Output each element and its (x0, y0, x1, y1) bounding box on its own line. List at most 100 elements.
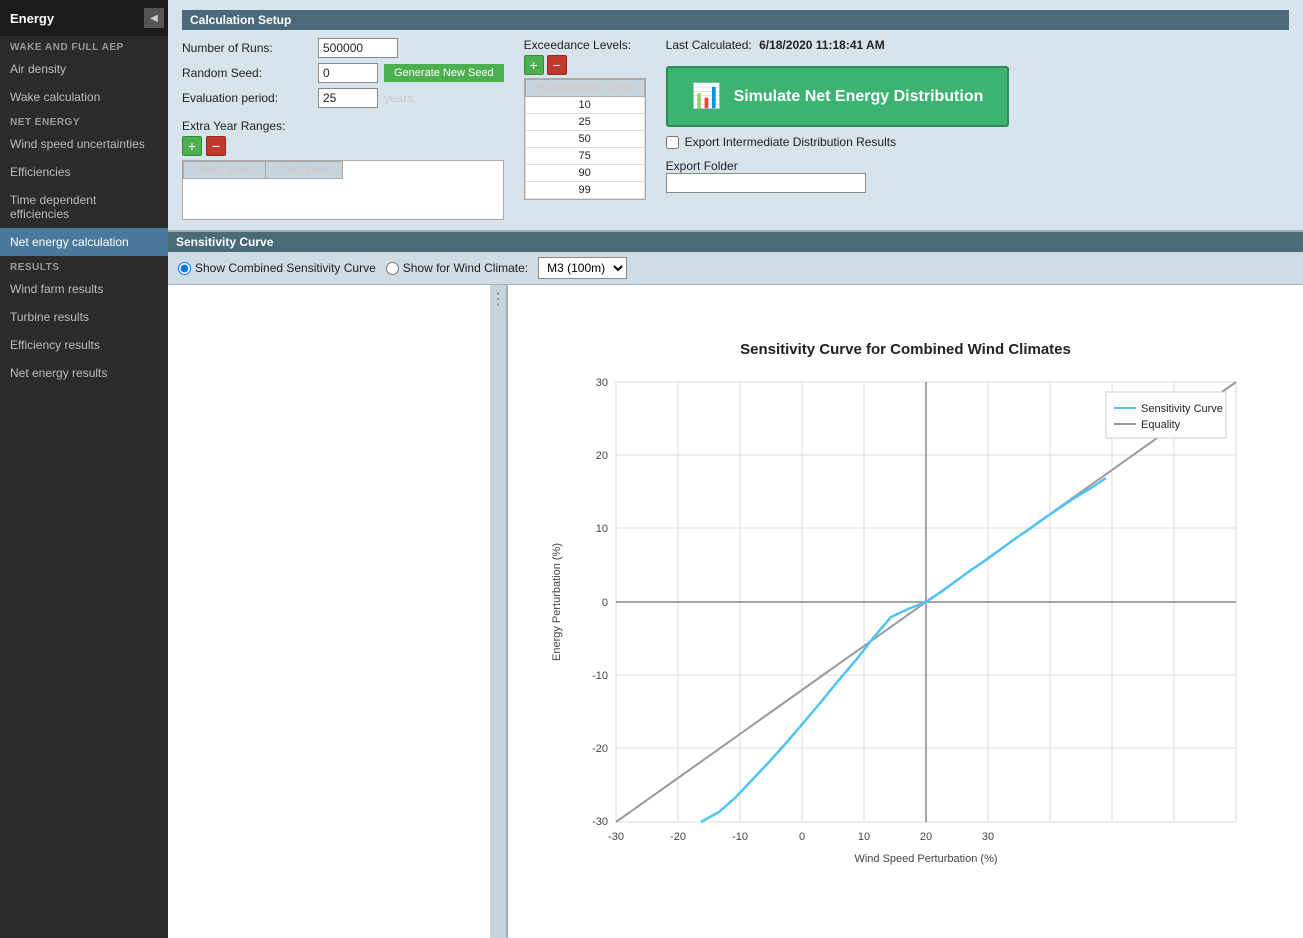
exceedance-cell: 25 (525, 114, 644, 131)
eval-period-label: Evaluation period: (182, 91, 312, 105)
svg-text:-10: -10 (592, 670, 608, 682)
svg-text:-20: -20 (670, 831, 686, 843)
section-label-net-energy: NET ENERGY (0, 111, 168, 130)
svg-text:Wind Speed Perturbation (%): Wind Speed Perturbation (%) (854, 853, 997, 865)
exceedance-table: Exceedance Level 102550759099 (524, 78, 646, 200)
calc-setup-title: Calculation Setup (182, 10, 1289, 30)
last-calculated-row: Last Calculated: 6/18/2020 11:18:41 AM (666, 38, 1010, 52)
svg-text:0: 0 (601, 597, 607, 609)
exceedance-label: Exceedance Levels: (524, 38, 646, 52)
remove-year-range-button[interactable]: − (206, 136, 226, 156)
sidebar: Energy ◀ WAKE AND FULL AEP Air density W… (0, 0, 168, 938)
extra-year-table: Start Year End Year (182, 160, 504, 220)
show-wind-radio-label[interactable]: Show for Wind Climate: (386, 261, 528, 275)
sidebar-item-wind-speed-uncertainties[interactable]: Wind speed uncertainties (0, 130, 168, 158)
table-scrollbar[interactable]: ⋮ (490, 285, 506, 938)
extra-year-label: Extra Year Ranges: (182, 119, 504, 133)
section-label-results: RESULTS (0, 256, 168, 275)
add-year-range-button[interactable]: + (182, 136, 202, 156)
svg-text:0: 0 (798, 831, 804, 843)
end-year-col-header: End Year (266, 162, 343, 179)
svg-text:30: 30 (595, 377, 607, 389)
eval-period-unit: years (384, 91, 413, 105)
calculation-setup-panel: Calculation Setup Number of Runs: Random… (168, 0, 1303, 232)
show-combined-label: Show Combined Sensitivity Curve (195, 261, 376, 275)
sensitivity-section: Sensitivity Curve Show Combined Sensitiv… (168, 232, 1303, 938)
seed-input[interactable] (318, 63, 378, 83)
exceedance-cell: 75 (525, 148, 644, 165)
extra-year-section: Extra Year Ranges: + − Start Year End Ye… (182, 119, 504, 220)
export-folder-label: Export Folder (666, 159, 1010, 173)
svg-text:20: 20 (919, 831, 931, 843)
sidebar-title: Energy (10, 11, 54, 26)
show-combined-radio-label[interactable]: Show Combined Sensitivity Curve (178, 261, 376, 275)
sidebar-section-results: RESULTS Wind farm results Turbine result… (0, 256, 168, 387)
export-intermediate-row: Export Intermediate Distribution Results (666, 135, 1010, 149)
sidebar-item-wind-farm-results[interactable]: Wind farm results (0, 275, 168, 303)
svg-text:-20: -20 (592, 743, 608, 755)
export-folder-input[interactable] (666, 173, 866, 193)
right-panel: Last Calculated: 6/18/2020 11:18:41 AM 📊… (666, 38, 1010, 220)
sidebar-item-wake-calculation[interactable]: Wake calculation (0, 83, 168, 111)
runs-row: Number of Runs: (182, 38, 504, 58)
svg-text:20: 20 (595, 450, 607, 462)
exceedance-col-header: Exceedance Level (525, 80, 644, 97)
eval-period-row: Evaluation period: years (182, 88, 504, 108)
exceedance-btns: + − (524, 55, 646, 75)
add-exceedance-button[interactable]: + (524, 55, 544, 75)
last-calc-label: Last Calculated: (666, 38, 752, 52)
chart-area: Sensitivity Curve for Combined Wind Clim… (508, 285, 1303, 938)
sidebar-item-turbine-results[interactable]: Turbine results (0, 303, 168, 331)
export-intermediate-label: Export Intermediate Distribution Results (685, 135, 896, 149)
sensitivity-title: Sensitivity Curve (168, 232, 1303, 252)
sensitivity-chart: 30 20 10 0 -10 -20 -30 -30 -20 -10 0 10 … (546, 362, 1266, 882)
start-year-col-header: Start Year (184, 162, 266, 179)
exceedance-cell: 90 (525, 165, 644, 182)
sidebar-collapse-button[interactable]: ◀ (144, 8, 164, 28)
generate-seed-button[interactable]: Generate New Seed (384, 64, 504, 82)
data-table-container: ⋮ Wind Speed Perturbation (%) Energy Per… (168, 285, 508, 938)
sidebar-item-efficiencies[interactable]: Efficiencies (0, 158, 168, 186)
simulate-label: Simulate Net Energy Distribution (734, 88, 984, 106)
sensitivity-controls: Show Combined Sensitivity Curve Show for… (168, 252, 1303, 285)
show-wind-label: Show for Wind Climate: (403, 261, 528, 275)
export-intermediate-checkbox[interactable] (666, 136, 679, 149)
sidebar-item-net-energy-calculation[interactable]: Net energy calculation (0, 228, 168, 256)
setup-top: Number of Runs: Random Seed: Generate Ne… (182, 38, 1289, 220)
svg-text:-10: -10 (732, 831, 748, 843)
sidebar-item-net-energy-results[interactable]: Net energy results (0, 359, 168, 387)
sidebar-section-wake: WAKE AND FULL AEP Air density Wake calcu… (0, 36, 168, 111)
last-calc-value: 6/18/2020 11:18:41 AM (759, 38, 885, 52)
svg-text:30: 30 (981, 831, 993, 843)
svg-text:-30: -30 (592, 816, 608, 828)
simulate-icon: 📊 (692, 82, 722, 111)
sensitivity-body: ⋮ Wind Speed Perturbation (%) Energy Per… (168, 285, 1303, 938)
export-folder-row: Export Folder (666, 159, 1010, 193)
seed-label: Random Seed: (182, 66, 312, 80)
eval-period-input[interactable] (318, 88, 378, 108)
show-combined-radio[interactable] (178, 262, 191, 275)
svg-text:10: 10 (857, 831, 869, 843)
exceedance-panel: Exceedance Levels: + − Exceedance Level … (524, 38, 646, 220)
wind-climate-select[interactable]: M3 (100m)M1 (80m)M2 (100m) (538, 257, 627, 279)
seed-row: Random Seed: Generate New Seed (182, 63, 504, 83)
runs-label: Number of Runs: (182, 41, 312, 55)
svg-text:-30: -30 (608, 831, 624, 843)
exceedance-cell: 50 (525, 131, 644, 148)
sidebar-item-time-dependent-efficiencies[interactable]: Time dependent efficiencies (0, 186, 168, 228)
remove-exceedance-button[interactable]: − (547, 55, 567, 75)
section-label-wake: WAKE AND FULL AEP (0, 36, 168, 55)
show-wind-radio[interactable] (386, 262, 399, 275)
chart-title: Sensitivity Curve for Combined Wind Clim… (740, 341, 1071, 358)
sidebar-item-efficiency-results[interactable]: Efficiency results (0, 331, 168, 359)
exceedance-cell: 99 (525, 182, 644, 199)
setup-form-left: Number of Runs: Random Seed: Generate Ne… (182, 38, 504, 220)
svg-text:Equality: Equality (1141, 419, 1181, 431)
runs-input[interactable] (318, 38, 398, 58)
sidebar-item-air-density[interactable]: Air density (0, 55, 168, 83)
exceedance-cell: 10 (525, 97, 644, 114)
svg-text:10: 10 (595, 523, 607, 535)
simulate-button[interactable]: 📊 Simulate Net Energy Distribution (666, 66, 1010, 127)
svg-text:Energy Perturbation (%): Energy Perturbation (%) (551, 543, 563, 661)
sidebar-header: Energy ◀ (0, 0, 168, 36)
